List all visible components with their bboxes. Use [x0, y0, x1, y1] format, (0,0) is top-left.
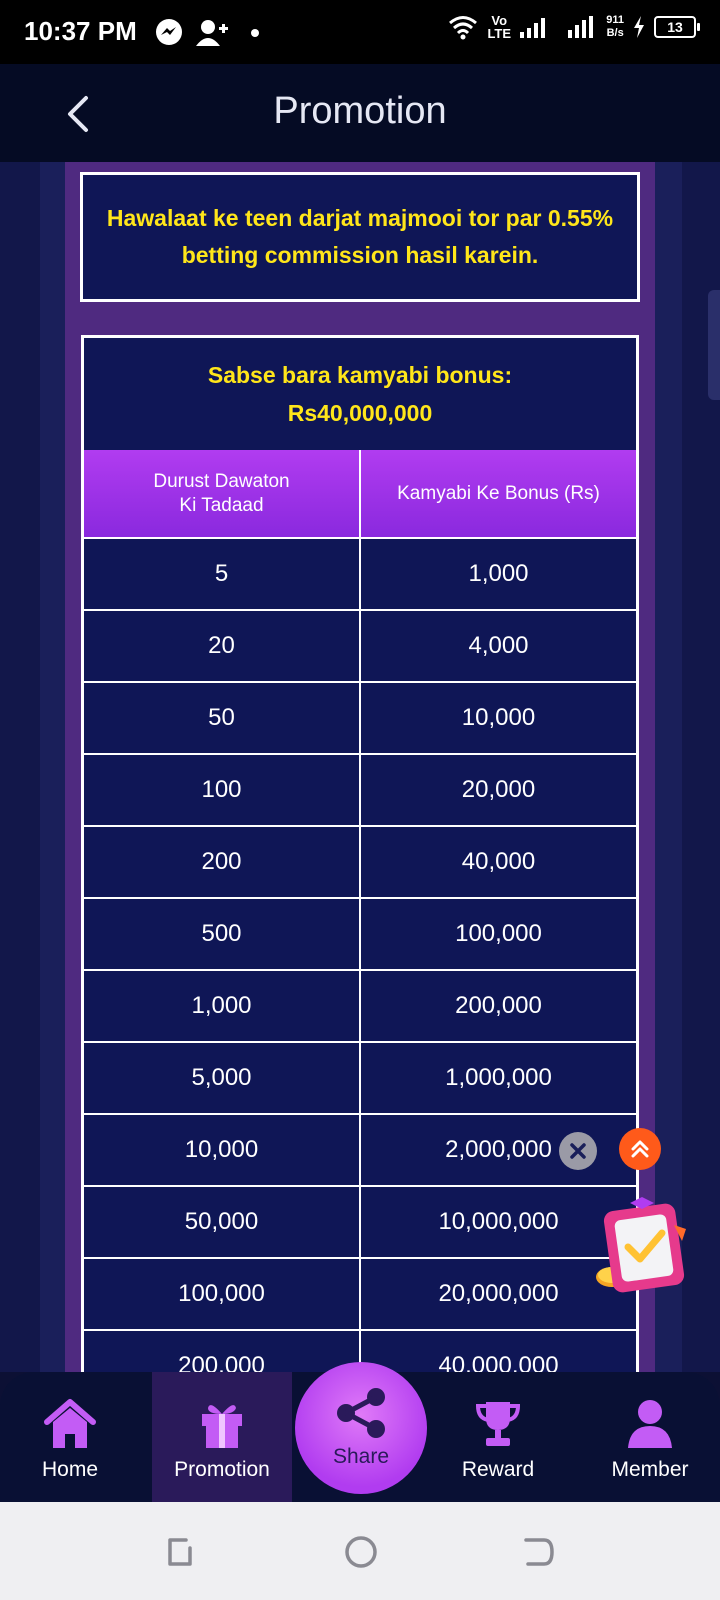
invites-cell: 50	[84, 683, 361, 753]
battery-icon: 13	[654, 16, 700, 38]
back-system-icon[interactable]	[522, 1536, 556, 1568]
bonus-cell: 40,000	[461, 848, 536, 875]
bonus-table: Sabse bara kamyabi bonus: Rs40,000,000 D…	[81, 335, 639, 1401]
status-time: 10:37 PM	[24, 16, 137, 46]
invites-cell: 500	[84, 899, 361, 969]
charging-icon	[634, 16, 644, 38]
table-row: 100,000 20,000,000	[84, 1257, 636, 1329]
invites-cell: 5	[84, 539, 361, 609]
bonus-title-line1: Sabse bara kamyabi bonus:	[207, 362, 513, 388]
speed-readout: 911 B/s	[606, 14, 624, 40]
member-icon	[628, 1400, 672, 1448]
status-indicators: Vo LTE 911 B/s 13	[448, 13, 700, 41]
scroll-top-button[interactable]	[619, 1128, 661, 1170]
side-strip-left	[40, 162, 65, 1372]
bonus-cell: 1,000,000	[445, 1064, 552, 1091]
table-row: 50 10,000	[84, 681, 636, 753]
double-chevron-up-icon	[631, 1140, 649, 1158]
invites-cell: 100,000	[84, 1259, 361, 1329]
side-strip-right	[652, 162, 682, 1372]
nav-reward-label: Reward	[461, 1458, 535, 1481]
table-row: 1,000 200,000	[84, 969, 636, 1041]
bonus-cell: 4,000	[468, 632, 529, 659]
bonus-cell: 1,000	[468, 560, 529, 587]
page-title: Promotion	[273, 90, 447, 132]
nav-home-label: Home	[41, 1458, 99, 1481]
table-row: 5,000 1,000,000	[84, 1041, 636, 1113]
gift-icon	[202, 1405, 242, 1448]
commission-notice: Hawalaat ke teen darjat majmooi tor par …	[80, 172, 640, 302]
nav-home[interactable]: Home	[0, 1372, 140, 1502]
bonus-title-line2: Rs40,000,000	[287, 400, 433, 426]
invites-cell: 200	[84, 827, 361, 897]
table-header-row: Durust Dawaton Ki Tadaad Kamyabi Ke Bonu…	[84, 450, 636, 537]
close-icon	[570, 1143, 586, 1159]
recent-apps-icon[interactable]	[164, 1536, 196, 1568]
signal-2-icon	[568, 16, 594, 38]
table-row: 20 4,000	[84, 609, 636, 681]
speed-unit: B/s	[606, 27, 624, 39]
invites-cell: 50,000	[84, 1187, 361, 1257]
system-nav-bar	[0, 1502, 720, 1600]
table-row: 500 100,000	[84, 897, 636, 969]
invites-cell: 5,000	[84, 1043, 361, 1113]
column-header-invites: Durust Dawaton Ki Tadaad	[84, 450, 361, 537]
messenger-icon	[156, 19, 182, 45]
invites-cell: 1,000	[84, 971, 361, 1041]
bonus-cell: 100,000	[455, 920, 542, 947]
column-header-invites-label: Durust Dawaton Ki Tadaad	[153, 470, 290, 516]
bonus-table-title: Sabse bara kamyabi bonus: Rs40,000,000	[84, 338, 636, 450]
edge-handle	[708, 290, 720, 400]
bonus-cell: 10,000	[461, 704, 536, 731]
table-body: 5 1,000 20 4,000 50 10,000 100 20,000 200 40,000 5…	[84, 537, 636, 1401]
bonus-cell: 20,000	[461, 776, 536, 803]
table-row: 50,000 10,000,000	[84, 1185, 636, 1257]
wifi-icon	[449, 16, 478, 40]
table-row: 200 40,000	[84, 825, 636, 897]
nav-reward[interactable]: Reward	[428, 1372, 568, 1502]
home-system-icon[interactable]	[343, 1534, 379, 1570]
table-row: 10,000 2,000,000	[84, 1113, 636, 1185]
table-row: 100 20,000	[84, 753, 636, 825]
add-contact-icon	[196, 20, 228, 46]
share-icon	[337, 1388, 385, 1438]
nav-member-label: Member	[611, 1458, 689, 1481]
app-header: Promotion	[0, 64, 720, 162]
share-button[interactable]: Share	[295, 1362, 427, 1494]
invites-cell: 20	[84, 611, 361, 681]
invites-cell: 100	[84, 755, 361, 825]
bonus-cell: 200,000	[455, 992, 542, 1019]
table-row: 5 1,000	[84, 537, 636, 609]
status-bar: 10:37 PM Vo LTE 911 B/s 13	[0, 0, 720, 64]
nav-promotion-label: Promotion	[174, 1458, 270, 1481]
notification-dot-icon	[251, 29, 259, 37]
signal-icon	[520, 18, 546, 38]
network-label: Vo LTE	[487, 13, 512, 41]
reward-gift-float-button[interactable]	[590, 1195, 696, 1305]
nav-member[interactable]: Member	[580, 1372, 720, 1502]
nav-promotion[interactable]: Promotion	[152, 1372, 292, 1502]
invites-cell: 10,000	[84, 1115, 361, 1185]
close-float-button[interactable]	[559, 1132, 597, 1170]
trophy-icon	[475, 1402, 521, 1446]
column-header-bonus: Kamyabi Ke Bonus (Rs)	[397, 482, 600, 504]
speed-value: 911	[606, 14, 624, 26]
home-icon	[44, 1399, 96, 1448]
share-label: Share	[332, 1445, 390, 1468]
